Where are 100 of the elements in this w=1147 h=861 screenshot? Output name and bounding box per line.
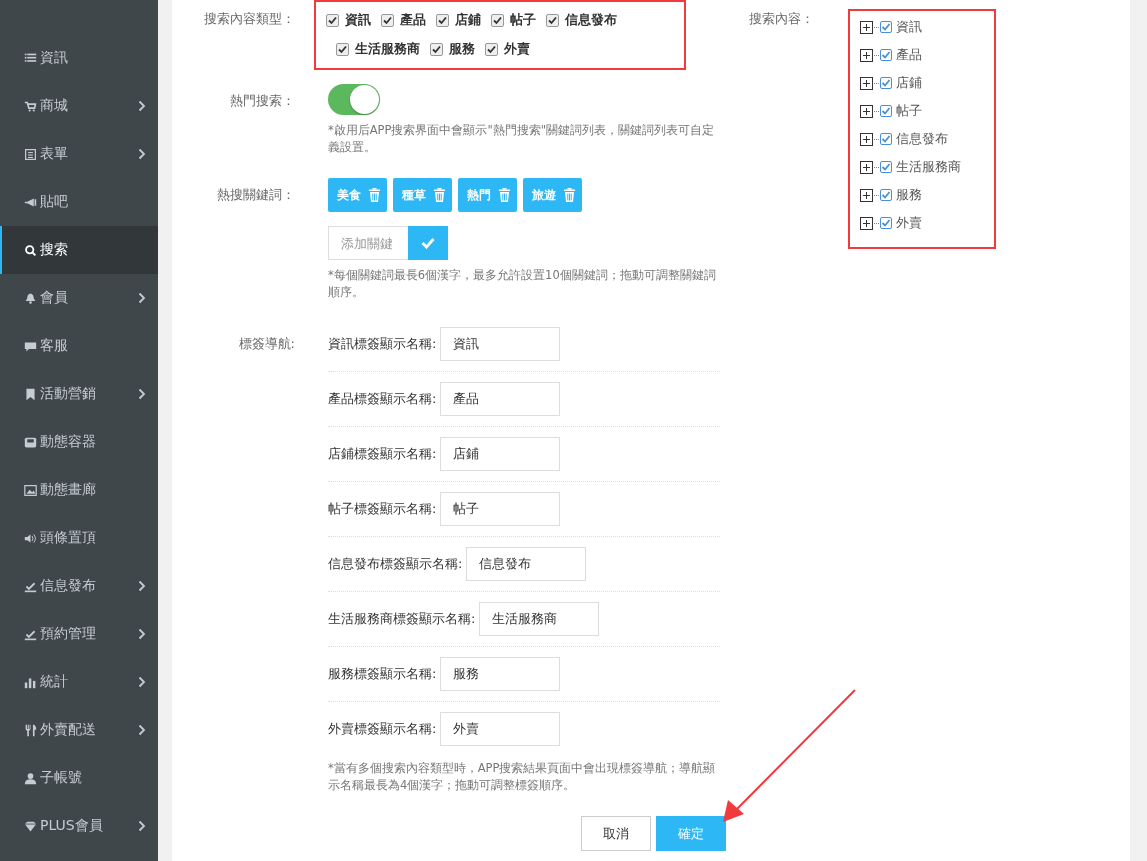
cancel-button[interactable]: 取消: [581, 816, 651, 851]
sidebar-item[interactable]: 動態畫廊: [0, 466, 158, 514]
checkbox[interactable]: [880, 133, 892, 145]
sidebar-item[interactable]: 預約管理: [0, 610, 158, 658]
field-label: 信息發布標簽顯示名稱:: [328, 555, 463, 573]
menu-item-icon: [24, 483, 37, 497]
tree-node[interactable]: 產品: [860, 41, 994, 69]
expand-icon[interactable]: [860, 76, 873, 90]
sidebar-item[interactable]: 表單: [0, 130, 158, 178]
text-field[interactable]: 帖子: [440, 492, 561, 526]
menu-item-icon: [24, 771, 37, 785]
text-field[interactable]: 服務: [440, 657, 561, 691]
help-text: *每個關鍵詞最長6個漢字，最多允許設置10個關鍵詞；拖動可調整關鍵詞順序。: [328, 267, 717, 301]
checkbox[interactable]: [336, 43, 349, 56]
sidebar-item[interactable]: PLUS會員: [0, 802, 158, 850]
expand-icon[interactable]: [860, 188, 873, 202]
field-label: 資訊標簽顯示名稱:: [328, 335, 437, 353]
sidebar-item[interactable]: 搜索: [0, 226, 158, 274]
sidebar-item[interactable]: 頭條置頂: [0, 514, 158, 562]
checkbox[interactable]: [485, 43, 498, 56]
tree-label: 生活服務商: [896, 158, 961, 176]
checkbox-option[interactable]: 店鋪: [436, 6, 481, 35]
menu-item-icon: [24, 819, 37, 833]
expand-icon[interactable]: [860, 216, 873, 230]
menu-item-icon: [24, 147, 37, 161]
checkbox[interactable]: [880, 189, 892, 201]
checkbox[interactable]: [491, 14, 504, 27]
text-field[interactable]: 店鋪: [440, 437, 561, 471]
sidebar-item[interactable]: 信息發布: [0, 562, 158, 610]
sidebar-item[interactable]: 資訊: [0, 34, 158, 82]
menu-item-icon: [24, 51, 37, 65]
text-field[interactable]: 資訊: [440, 327, 561, 361]
checkbox[interactable]: [880, 21, 892, 33]
text-field[interactable]: 信息發布: [466, 547, 587, 581]
checkbox-option[interactable]: 信息發布: [546, 6, 617, 35]
checkbox-option[interactable]: 帖子: [491, 6, 536, 35]
tree-node[interactable]: 帖子: [860, 97, 994, 125]
tree-node[interactable]: 生活服務商: [860, 153, 994, 181]
help-text: *啟用后APP搜索界面中會顯示"熱門搜索"關鍵詞列表，關鍵詞列表可自定義設置。: [328, 122, 716, 156]
checkbox[interactable]: [880, 161, 892, 173]
expand-icon[interactable]: [860, 104, 873, 118]
expand-icon[interactable]: [860, 160, 873, 174]
tree-node[interactable]: 資訊: [860, 13, 994, 41]
menu-item-icon: [24, 675, 37, 689]
field-label: 標簽導航:: [237, 335, 295, 353]
menu-item-icon: [24, 387, 37, 401]
checkbox[interactable]: [430, 43, 443, 56]
checkbox[interactable]: [326, 14, 339, 27]
tree-label: 帖子: [896, 102, 922, 120]
expand-icon[interactable]: [860, 20, 873, 34]
sidebar-item[interactable]: 貼吧: [0, 178, 158, 226]
checkbox-option[interactable]: 服務: [430, 35, 475, 64]
checkbox[interactable]: [880, 49, 892, 61]
help-text: *當有多個搜索內容類型時，APP搜索結果頁面中會出現標簽導航；導航顯示名稱最長為4個漢字；拖動可調整標簽順序。: [328, 760, 717, 794]
text-field[interactable]: 產品: [440, 382, 561, 416]
sidebar-item[interactable]: 子帳號: [0, 754, 158, 802]
sidebar-item[interactable]: 活動營銷: [0, 370, 158, 418]
sidebar-item[interactable]: 會員: [0, 274, 158, 322]
tree-label: 服務: [896, 186, 922, 204]
sidebar-item[interactable]: 客服: [0, 322, 158, 370]
sidebar-item[interactable]: 動態容器: [0, 418, 158, 466]
tree-node[interactable]: 外賣: [860, 209, 994, 237]
checkmark-icon: [421, 237, 435, 249]
checkbox-option[interactable]: 外賣: [485, 35, 530, 64]
sidebar-item[interactable]: 統計: [0, 658, 158, 706]
tree-node[interactable]: 信息發布: [860, 125, 994, 153]
field-label: 熱搜關鍵詞：: [216, 186, 295, 204]
text-field[interactable]: 外賣: [440, 712, 561, 746]
expand-icon[interactable]: [860, 48, 873, 62]
field-label: 外賣標簽顯示名稱:: [328, 720, 437, 738]
field-label: 帖子標簽顯示名稱:: [328, 500, 437, 518]
tree-node[interactable]: 服務: [860, 181, 994, 209]
checkbox[interactable]: [880, 105, 892, 117]
checkbox[interactable]: [880, 217, 892, 229]
expand-icon[interactable]: [860, 132, 873, 146]
keyword-input[interactable]: 添加關鍵: [328, 226, 408, 260]
menu-item-icon: [24, 531, 37, 545]
field-label: 生活服務商標簽顯示名稱:: [328, 610, 476, 628]
checkbox[interactable]: [546, 14, 559, 27]
checkbox[interactable]: [381, 14, 394, 27]
checkbox[interactable]: [436, 14, 449, 27]
menu-item-icon: [24, 99, 37, 113]
sidebar-item[interactable]: 商城: [0, 82, 158, 130]
tree-node[interactable]: 店鋪: [860, 69, 994, 97]
tree-label: 外賣: [896, 214, 922, 232]
toggle-switch[interactable]: [328, 84, 380, 115]
tree-label: 產品: [896, 46, 922, 64]
menu-item-icon: [24, 291, 37, 305]
sidebar-item[interactable]: 外賣配送: [0, 706, 158, 754]
tree-label: 信息發布: [896, 130, 948, 148]
tree-label: 資訊: [896, 18, 922, 36]
menu-item-icon: [24, 435, 37, 449]
checkbox-option[interactable]: 產品: [381, 6, 426, 35]
checkbox[interactable]: [880, 77, 892, 89]
field-label: 搜索內容類型：: [203, 10, 295, 28]
checkbox-option[interactable]: 生活服務商: [336, 35, 420, 64]
checkbox-option[interactable]: 資訊: [326, 6, 371, 35]
field-label: 熱門搜索：: [229, 92, 295, 110]
field-label: 店鋪標簽顯示名稱:: [328, 445, 437, 463]
text-field[interactable]: 生活服務商: [479, 602, 600, 636]
